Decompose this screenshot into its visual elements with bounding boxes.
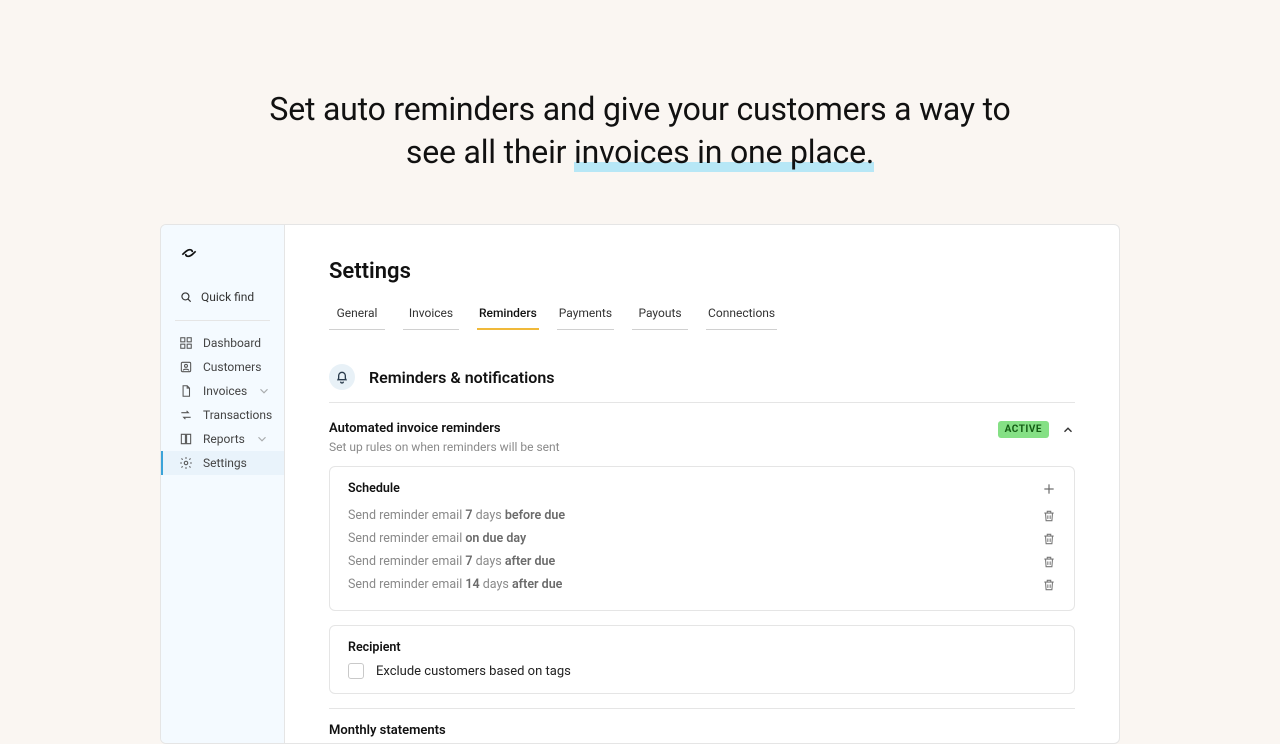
chevron-down-icon — [257, 384, 271, 398]
delete-rule-button[interactable] — [1042, 555, 1056, 569]
exclude-checkbox[interactable] — [348, 663, 364, 679]
hero-highlight: invoices in one place. — [574, 131, 874, 174]
tab-general[interactable]: General — [329, 302, 385, 330]
main-content: Settings General Invoices Reminders Paym… — [285, 225, 1119, 743]
sidebar-item-settings[interactable]: Settings — [161, 451, 284, 475]
bell-icon — [334, 369, 350, 385]
recipient-card: Recipient Exclude customers based on tag… — [329, 625, 1075, 694]
page-title: Settings — [329, 259, 1075, 284]
section-title: Reminders & notifications — [369, 368, 554, 387]
collapse-button[interactable] — [1061, 423, 1075, 437]
plus-icon — [1042, 482, 1056, 496]
delete-rule-button[interactable] — [1042, 532, 1056, 546]
swap-icon — [179, 408, 193, 422]
monthly-statements-title: Monthly statements — [329, 723, 1075, 738]
sidebar: Quick find Dashboard Customers Invoices … — [161, 225, 285, 743]
sidebar-item-reports[interactable]: Reports — [161, 427, 284, 451]
status-badge: ACTIVE — [998, 421, 1049, 438]
add-rule-button[interactable] — [1042, 482, 1056, 496]
quick-find[interactable]: Quick find — [161, 284, 284, 310]
delete-rule-button[interactable] — [1042, 578, 1056, 592]
sidebar-item-label: Customers — [203, 360, 261, 374]
tab-payouts[interactable]: Payouts — [632, 302, 688, 330]
tab-invoices[interactable]: Invoices — [403, 302, 459, 330]
sidebar-item-dashboard[interactable]: Dashboard — [161, 331, 284, 355]
trash-icon — [1042, 509, 1056, 523]
sidebar-item-label: Dashboard — [203, 336, 261, 350]
grid-icon — [179, 336, 193, 350]
auto-reminders-desc: Set up rules on when reminders will be s… — [329, 440, 988, 454]
tabs: General Invoices Reminders Payments Payo… — [329, 302, 1075, 330]
schedule-card: Schedule Send reminder email 7 days befo… — [329, 466, 1075, 611]
sidebar-item-label: Settings — [203, 456, 247, 470]
sidebar-item-label: Transactions — [203, 408, 272, 422]
chevron-up-icon — [1061, 423, 1075, 437]
bell-badge — [329, 364, 355, 390]
sidebar-item-label: Reports — [203, 432, 245, 446]
schedule-rule: Send reminder email 7 days after due — [348, 550, 1056, 573]
auto-reminders-row: Automated invoice reminders Set up rules… — [329, 417, 1075, 466]
document-icon — [179, 384, 193, 398]
schedule-rule: Send reminder email 14 days after due — [348, 573, 1056, 596]
section-divider — [329, 708, 1075, 709]
hero-heading: Set auto reminders and give your custome… — [20, 88, 1260, 174]
gear-icon — [179, 456, 193, 470]
chevron-down-icon — [255, 432, 269, 446]
trash-icon — [1042, 578, 1056, 592]
tab-connections[interactable]: Connections — [706, 302, 777, 330]
schedule-title: Schedule — [348, 481, 400, 496]
trash-icon — [1042, 555, 1056, 569]
hero: Set auto reminders and give your custome… — [0, 0, 1280, 224]
auto-reminders-title: Automated invoice reminders — [329, 421, 988, 436]
hero-line2-pre: see all their — [406, 133, 574, 171]
app-logo — [179, 243, 284, 266]
schedule-rule: Send reminder email on due day — [348, 527, 1056, 550]
quick-find-label: Quick find — [201, 290, 254, 304]
user-icon — [179, 360, 193, 374]
search-icon — [179, 290, 193, 304]
book-icon — [179, 432, 193, 446]
delete-rule-button[interactable] — [1042, 509, 1056, 523]
recipient-title: Recipient — [348, 640, 1056, 655]
tab-payments[interactable]: Payments — [557, 302, 614, 330]
hero-line1: Set auto reminders and give your custome… — [269, 90, 1010, 128]
trash-icon — [1042, 532, 1056, 546]
sidebar-item-transactions[interactable]: Transactions — [161, 403, 284, 427]
sidebar-item-label: Invoices — [203, 384, 247, 398]
app-window: Quick find Dashboard Customers Invoices … — [160, 224, 1120, 744]
schedule-rule: Send reminder email 7 days before due — [348, 504, 1056, 527]
sidebar-divider — [175, 320, 270, 321]
sidebar-item-customers[interactable]: Customers — [161, 355, 284, 379]
tab-reminders[interactable]: Reminders — [477, 302, 539, 330]
squarespace-logo-icon — [179, 243, 199, 263]
section-header: Reminders & notifications — [329, 364, 1075, 403]
sidebar-item-invoices[interactable]: Invoices — [161, 379, 284, 403]
exclude-label: Exclude customers based on tags — [376, 664, 571, 679]
